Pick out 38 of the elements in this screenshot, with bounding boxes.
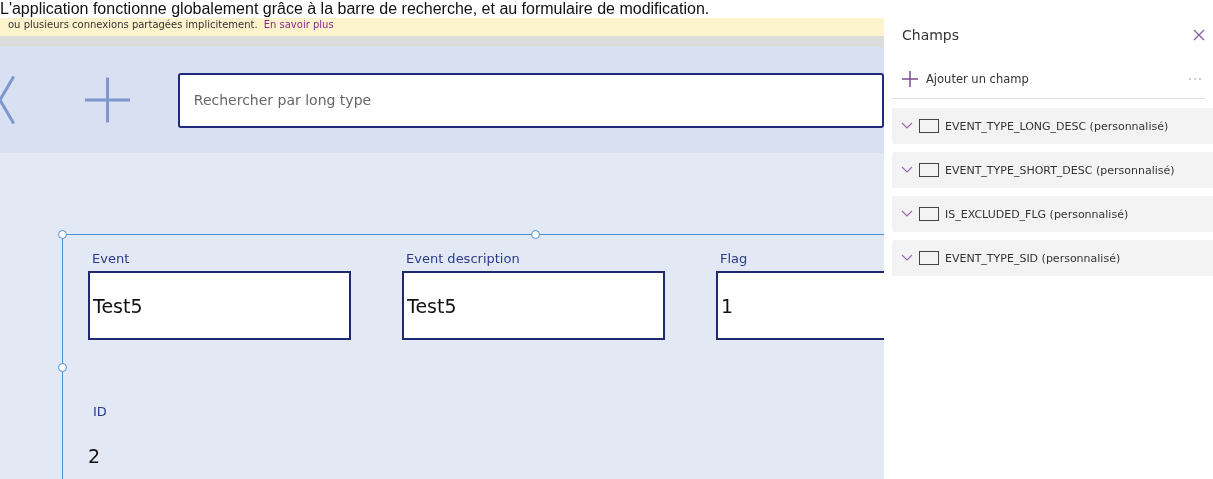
rectangle-icon <box>919 207 939 221</box>
chevron-down-icon <box>901 122 913 130</box>
rectangle-icon <box>919 163 939 177</box>
chevron-down-icon <box>901 166 913 174</box>
rectangle-icon <box>919 251 939 265</box>
field-item[interactable]: IS_EXCLUDED_FLG (personnalisé) <box>892 196 1213 232</box>
field-label: Flag <box>719 251 749 266</box>
value-field[interactable]: 1 <box>716 271 884 340</box>
notice-text: ou plusieurs connexions partagées implicitement. <box>8 18 258 32</box>
field-item[interactable]: EVENT_TYPE_LONG_DESC (personnalisé) <box>892 108 1213 144</box>
field-label: Event <box>91 251 131 266</box>
resize-handle[interactable] <box>531 230 540 239</box>
chevron-down-icon <box>901 210 913 218</box>
search-field[interactable]: Rechercher par long type <box>177 72 884 128</box>
document-text: L'application fonctionne globalement grâce à la barre de recherche, et au formulaire de modification. <box>0 0 710 18</box>
plus-icon[interactable] <box>84 77 130 123</box>
field-item[interactable]: EVENT_TYPE_SHORT_DESC (personnalisé) <box>892 152 1213 188</box>
field-label: Event description <box>405 251 521 266</box>
field-name: EVENT_TYPE_LONG_DESC (personnalisé) <box>945 119 1169 133</box>
add-field-button[interactable]: Ajouter un champ <box>902 70 1029 87</box>
learn-more-link[interactable]: En savoir plus <box>263 18 334 32</box>
panel-title: Champs <box>902 27 960 43</box>
field-item[interactable]: EVENT_TYPE_SID (personnalisé) <box>892 240 1213 276</box>
field-name: EVENT_TYPE_SID (personnalisé) <box>945 251 1121 265</box>
value-field[interactable]: Test5 <box>88 271 351 340</box>
field-name: IS_EXCLUDED_FLG (personnalisé) <box>945 207 1129 221</box>
plus-icon <box>902 70 918 87</box>
close-icon[interactable] <box>1193 29 1205 41</box>
rectangle-icon <box>919 119 939 133</box>
field-label: ID <box>92 404 108 419</box>
chevron-down-icon <box>901 254 913 262</box>
field-name: EVENT_TYPE_SHORT_DESC (personnalisé) <box>945 163 1175 177</box>
more-icon[interactable] <box>1189 76 1201 81</box>
value-field[interactable]: Test5 <box>402 271 665 340</box>
selected-form-frame[interactable]: Event Test5 Event description Test5 Flag 1 ID 2 <box>62 234 884 479</box>
resize-handle[interactable] <box>58 363 67 372</box>
id-value: 2 <box>88 445 102 467</box>
resize-handle[interactable] <box>58 230 67 239</box>
